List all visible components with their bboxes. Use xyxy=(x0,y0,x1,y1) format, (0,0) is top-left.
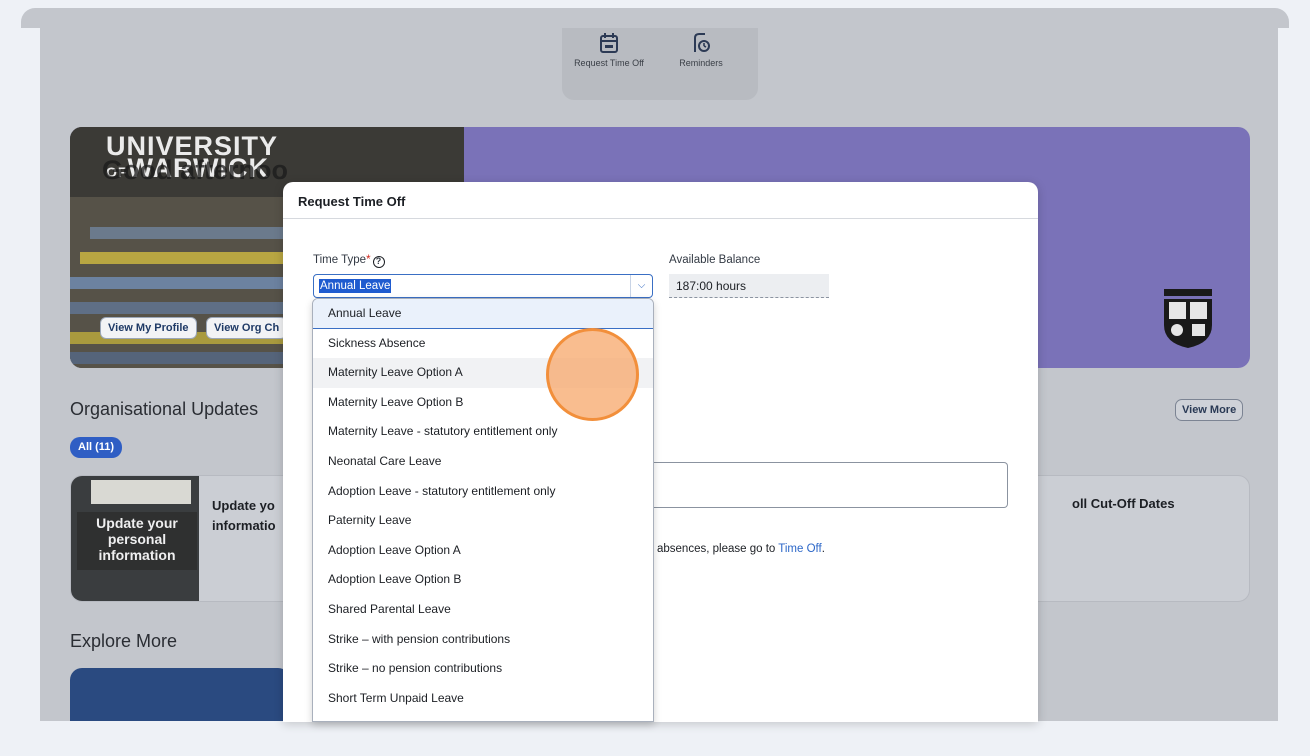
update-thumbnail-text: Update your personal information xyxy=(77,512,197,570)
dropdown-option[interactable]: Neonatal Care Leave xyxy=(313,447,653,477)
view-my-profile-button[interactable]: View My Profile xyxy=(100,317,197,339)
dropdown-option[interactable]: Short Term Unpaid Leave xyxy=(313,684,653,714)
greeting-text: Good afternoo xyxy=(102,155,288,185)
reminders-action[interactable]: Reminders xyxy=(666,32,736,69)
update-card-title: Update yo informatio xyxy=(212,498,276,533)
available-balance-value: 187:00 hours xyxy=(669,274,829,298)
explore-card[interactable] xyxy=(70,668,290,721)
reminders-label: Reminders xyxy=(679,58,723,68)
dropdown-option[interactable]: Maternity Leave - statutory entitlement … xyxy=(313,417,653,447)
help-icon[interactable]: ? xyxy=(372,256,385,268)
dropdown-option[interactable]: Annual Leave xyxy=(313,299,653,329)
time-type-label: Time Type*? xyxy=(313,254,385,268)
dropdown-option[interactable]: Adoption Leave - statutory entitlement o… xyxy=(313,477,653,507)
explore-more-title: Explore More xyxy=(70,631,178,651)
request-time-off-action[interactable]: Request Time Off xyxy=(574,32,644,69)
available-balance-label: Available Balance xyxy=(669,254,761,266)
time-off-link[interactable]: Time Off xyxy=(778,543,821,555)
payroll-card-title: oll Cut-Off Dates xyxy=(1072,496,1175,511)
dropdown-option[interactable]: Strike – with pension contributions xyxy=(313,625,653,655)
dropdown-option[interactable]: Strike – no pension contributions xyxy=(313,654,653,684)
dropdown-option[interactable]: Adoption Leave Option A xyxy=(313,536,653,566)
filter-all-pill[interactable]: All (11) xyxy=(70,437,123,458)
time-type-select[interactable]: Annual Leave ⌵ xyxy=(313,274,653,298)
dialog-title: Request Time Off xyxy=(283,182,1038,219)
view-more-button[interactable]: View More xyxy=(1175,399,1244,421)
quick-actions-panel: Request Time Off Reminders xyxy=(562,28,758,100)
update-thumbnail: Update your personal information xyxy=(71,476,199,601)
calendar-icon xyxy=(600,33,618,53)
view-org-chart-button[interactable]: View Org Ch xyxy=(206,317,288,339)
dropdown-option[interactable]: Shared Parental Leave xyxy=(313,595,653,625)
click-highlight xyxy=(546,328,639,421)
time-type-value: Annual Leave xyxy=(319,279,392,293)
chevron-down-icon[interactable]: ⌵ xyxy=(630,275,652,297)
reminder-icon xyxy=(694,33,710,52)
time-off-note: absences, please go to Time Off. xyxy=(657,543,825,555)
dropdown-option[interactable]: Paternity Leave xyxy=(313,506,653,536)
request-time-off-label: Request Time Off xyxy=(574,58,644,68)
comment-field[interactable] xyxy=(653,462,1008,508)
university-crest-icon xyxy=(1164,289,1212,348)
dropdown-option[interactable]: Adoption Leave Option B xyxy=(313,565,653,595)
organisational-updates-title: Organisational Updates xyxy=(70,399,259,419)
